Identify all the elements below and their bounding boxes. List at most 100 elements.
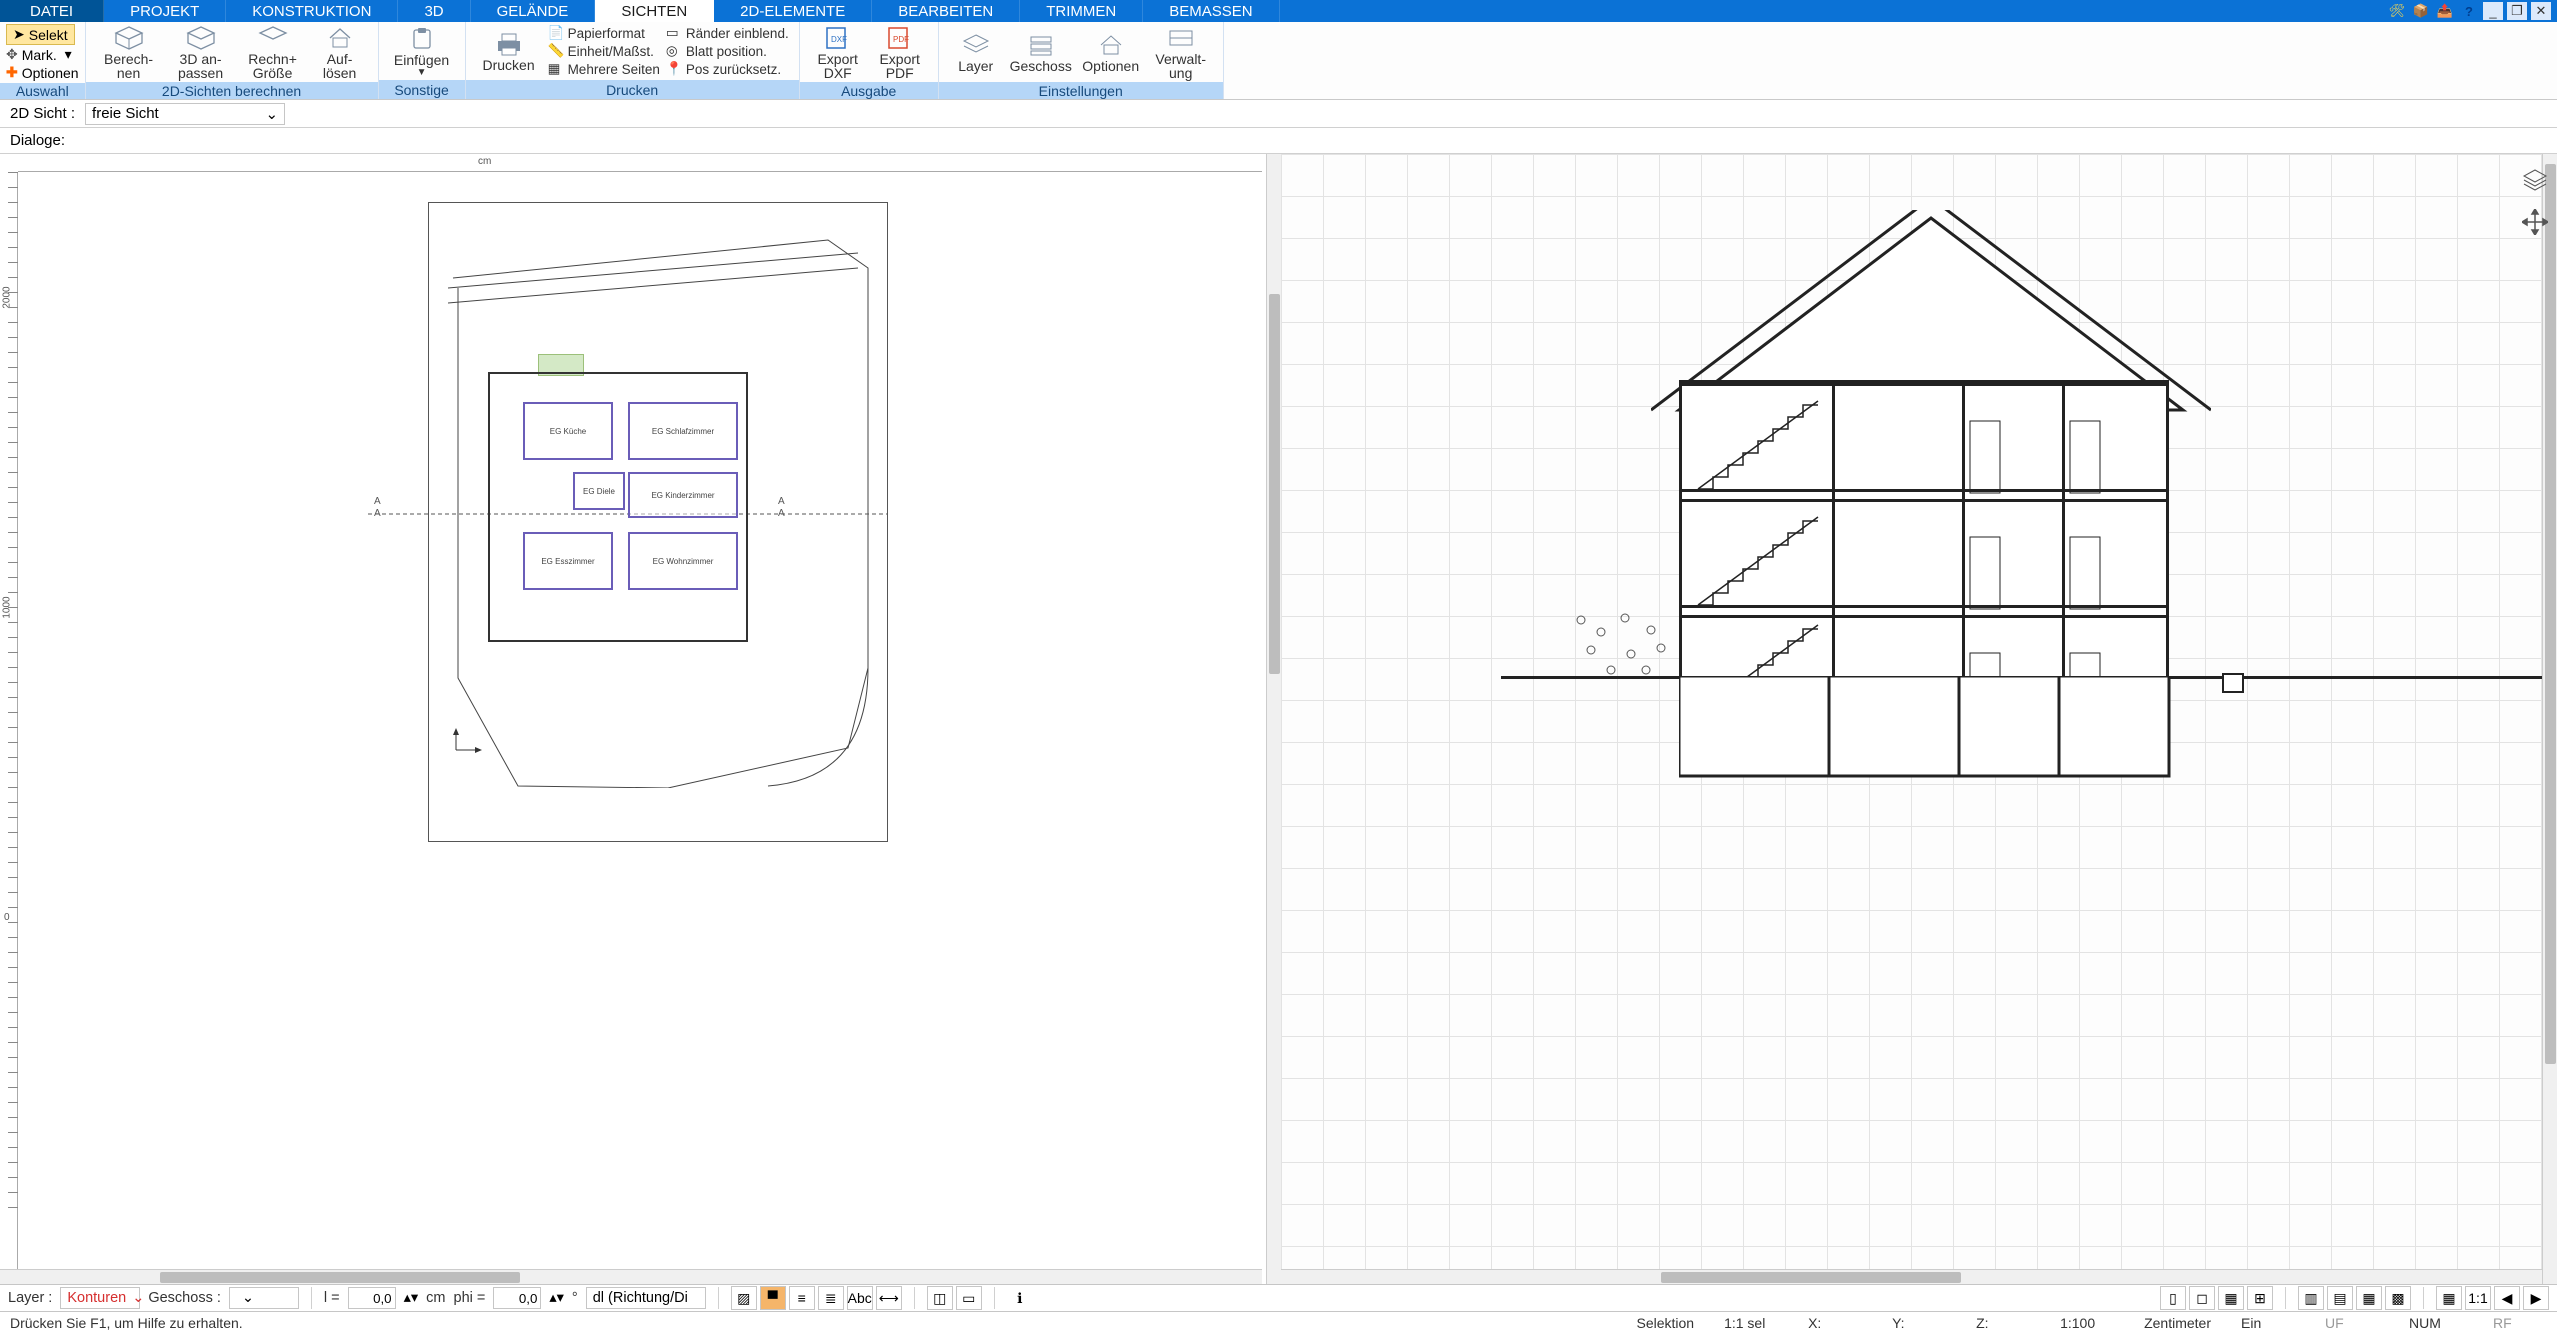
- section-mark-left: A: [374, 496, 381, 507]
- optionen-button[interactable]: Optionen: [1079, 31, 1143, 73]
- hscroll-left[interactable]: [0, 1269, 1262, 1284]
- view4-button[interactable]: ⊞: [2247, 1286, 2273, 1310]
- dialog-bar: Dialoge:: [0, 128, 2557, 154]
- view-label: 2D Sicht :: [10, 105, 75, 122]
- status-x: X:: [1808, 1315, 1862, 1331]
- plan-canvas[interactable]: A A A A EG KücheEG SchlafzimmerEG DieleE…: [18, 172, 1262, 1269]
- export-icon[interactable]: 📤: [2435, 2, 2455, 20]
- arrow-right-button[interactable]: ▶: [2523, 1286, 2549, 1310]
- raender-button[interactable]: ▭Ränder einblend.: [666, 25, 789, 41]
- spinner-icon[interactable]: ▴▾: [549, 1290, 564, 1306]
- einheit-button[interactable]: 📏Einheit/Maßst.: [548, 43, 660, 59]
- blatt-position-button[interactable]: ◎Blatt position.: [666, 43, 789, 59]
- layer-button[interactable]: Layer: [949, 31, 1003, 73]
- options-button[interactable]: ✚ Optionen: [6, 64, 79, 81]
- view2-button[interactable]: ◻: [2189, 1286, 2215, 1310]
- well: [2221, 666, 2261, 696]
- help-icon[interactable]: ?: [2459, 2, 2479, 20]
- drucken-button[interactable]: Drucken: [476, 30, 542, 72]
- hatch3-button[interactable]: ≡: [789, 1286, 815, 1310]
- geschoss-label: Geschoss :: [148, 1290, 221, 1306]
- export-dxf-button[interactable]: DXF Export DXF: [810, 24, 866, 80]
- mehrere-seiten-button[interactable]: ▦Mehrere Seiten: [548, 61, 660, 77]
- ribbon-group-sonstige: Einfügen ▼ Sonstige: [379, 22, 466, 99]
- tab-gelaende[interactable]: GELÄNDE: [471, 0, 596, 22]
- spinner-icon[interactable]: ▴▾: [404, 1290, 419, 1306]
- text-button[interactable]: Abc: [847, 1286, 873, 1310]
- hatch2-button[interactable]: ▀: [760, 1286, 786, 1310]
- grid2-button[interactable]: ▤: [2327, 1286, 2353, 1310]
- papierformat-button[interactable]: 📄Papierformat: [548, 25, 660, 41]
- room: EG Küche: [523, 402, 613, 460]
- section-canvas[interactable]: [1281, 154, 2543, 1269]
- status-uf: UF: [2325, 1315, 2379, 1331]
- ruler-top: cm: [18, 154, 1262, 172]
- pdf-icon: PDF: [884, 24, 916, 52]
- basement: [1679, 676, 2175, 786]
- paste-icon: [406, 25, 438, 53]
- grid1-button[interactable]: ▥: [2298, 1286, 2324, 1310]
- select-button[interactable]: ➤ Selekt: [6, 24, 75, 45]
- view3-button[interactable]: ▦: [2218, 1286, 2244, 1310]
- main-tabs: DATEI PROJEKT KONSTRUKTION 3D GELÄNDE SI…: [0, 0, 2557, 22]
- hatch1-button[interactable]: ▨: [731, 1286, 757, 1310]
- mark-button[interactable]: ✥ Mark. ▾: [6, 46, 72, 63]
- layer-combo[interactable]: Konturen⌄: [60, 1287, 140, 1309]
- grid3-button[interactable]: ▦: [2356, 1286, 2382, 1310]
- rechnen-groesse-button[interactable]: Rechn+ Größe: [240, 24, 306, 80]
- berechnen-button[interactable]: Berech- nen: [96, 24, 162, 80]
- geschoss-combo[interactable]: ⌄: [229, 1287, 299, 1309]
- view-combo[interactable]: freie Sicht ⌄: [85, 103, 285, 125]
- select-label: Selekt: [29, 27, 68, 43]
- einfuegen-button[interactable]: Einfügen ▼: [389, 25, 455, 78]
- scale1-button[interactable]: ▦: [2436, 1286, 2462, 1310]
- tab-bearbeiten[interactable]: BEARBEITEN: [872, 0, 1020, 22]
- tab-sichten[interactable]: SICHTEN: [595, 0, 714, 22]
- section-mark-right: A: [778, 496, 785, 507]
- package-icon[interactable]: 📦: [2411, 2, 2431, 20]
- verwaltung-button[interactable]: Verwalt- ung: [1149, 24, 1213, 80]
- geschoss-button[interactable]: Geschoss: [1009, 31, 1073, 73]
- mark-icon: ✥: [6, 46, 18, 63]
- snap1-button[interactable]: ◫: [927, 1286, 953, 1310]
- maximize-button[interactable]: ❐: [2507, 2, 2527, 20]
- mark-label: Mark.: [22, 47, 57, 63]
- info-button[interactable]: ℹ: [1007, 1286, 1033, 1310]
- tool-icon[interactable]: 🛠: [2387, 2, 2407, 20]
- hscroll-right[interactable]: [1281, 1269, 2543, 1284]
- vscroll-left[interactable]: [1266, 154, 1281, 1284]
- snap2-button[interactable]: ▭: [956, 1286, 982, 1310]
- dl-combo[interactable]: dl (Richtung/Di: [586, 1287, 706, 1309]
- tab-datei[interactable]: DATEI: [0, 0, 104, 22]
- plan-pane[interactable]: cm 2000 1000 0: [0, 154, 1266, 1284]
- pos-reset-button[interactable]: 📍Pos zurücksetz.: [666, 61, 789, 77]
- l-input[interactable]: [348, 1287, 396, 1309]
- dimension-button[interactable]: ⟷: [876, 1286, 902, 1310]
- view1-button[interactable]: ▯: [2160, 1286, 2186, 1310]
- close-button[interactable]: ✕: [2531, 2, 2551, 20]
- scale2-button[interactable]: 1:1: [2465, 1286, 2491, 1310]
- tab-konstruktion[interactable]: KONSTRUKTION: [226, 0, 398, 22]
- layers-side-button[interactable]: [2519, 164, 2551, 196]
- pin-icon: 📍: [666, 61, 682, 77]
- grid4-button[interactable]: ▩: [2385, 1286, 2411, 1310]
- section-pane[interactable]: [1281, 154, 2543, 1284]
- minimize-button[interactable]: _: [2483, 2, 2503, 20]
- tab-2d-elemente[interactable]: 2D-ELEMENTE: [714, 0, 872, 22]
- tab-bemassen[interactable]: BEMASSEN: [1143, 0, 1279, 22]
- vscroll-right[interactable]: [2542, 154, 2557, 1284]
- axis-icon: [448, 728, 488, 758]
- export-pdf-button[interactable]: PDF Export PDF: [872, 24, 928, 80]
- ribbon-group-auswahl: ➤ Selekt ✥ Mark. ▾ ✚ Optionen Auswahl: [0, 22, 86, 99]
- phi-input[interactable]: [493, 1287, 541, 1309]
- arrow-left-button[interactable]: ◀: [2494, 1286, 2520, 1310]
- tab-projekt[interactable]: PROJEKT: [104, 0, 226, 22]
- cube-icon: [113, 24, 145, 52]
- aufloesen-button[interactable]: Auf- lösen: [312, 24, 368, 80]
- page-icon: 📄: [548, 25, 564, 41]
- 3d-anpassen-button[interactable]: 3D an- passen: [168, 24, 234, 80]
- hatch4-button[interactable]: ≣: [818, 1286, 844, 1310]
- tab-3d[interactable]: 3D: [398, 0, 470, 22]
- tab-trimmen[interactable]: TRIMMEN: [1020, 0, 1143, 22]
- move-side-button[interactable]: [2519, 206, 2551, 238]
